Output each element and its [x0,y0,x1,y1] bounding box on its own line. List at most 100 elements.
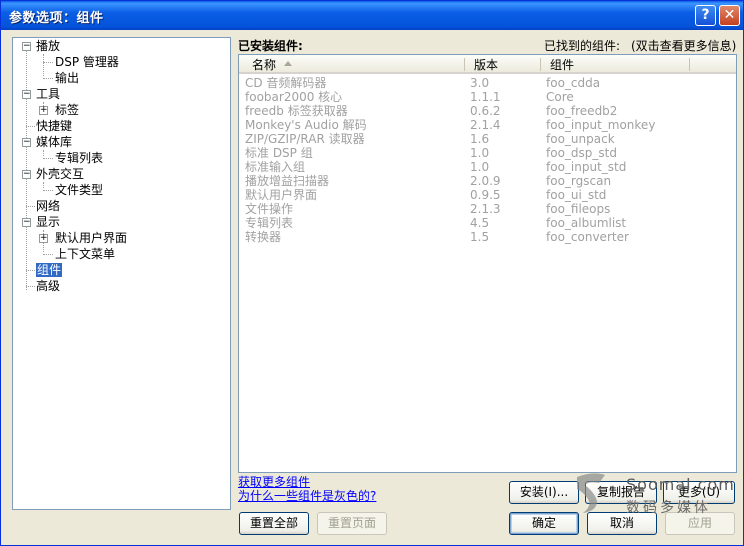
table-row[interactable]: Monkey's Audio 解码 2.1.4 foo_input_monkey [239,118,736,132]
row-module: foo_albumlist [546,216,627,230]
row-version: 0.6.2 [470,104,501,118]
table-row[interactable]: CD 音频解码器 3.0 foo_cdda [239,76,736,90]
tree-item-tools[interactable]: 工具 [36,87,60,102]
watermark-logo-icon [577,473,605,513]
row-version: 1.0 [470,146,490,160]
table-row[interactable]: 标准 DSP 组 1.0 foo_dsp_std [239,146,736,160]
tree-item-label: 组件 [36,263,63,277]
preferences-window: 参数选项：组件 ? ✕ − 播放 DSP 管理器 输出 − 工具 + 标签 快捷… [0,0,744,546]
close-button[interactable]: ✕ [719,5,740,26]
row-version: 0.9.5 [470,188,501,202]
table-row[interactable]: 文件操作 2.1.3 foo_fileops [239,202,736,216]
table-row[interactable]: 转换器 1.5 foo_converter [239,230,736,244]
found-components-label: 已找到的组件: [544,39,621,53]
tree-item-display[interactable]: 显示 [36,215,60,230]
tree-item-file-types[interactable]: 文件类型 [55,183,103,198]
tree-item-dsp-manager[interactable]: DSP 管理器 [55,55,119,70]
collapse-icon[interactable]: − [22,170,31,179]
tree-item-label: 标签 [55,103,80,117]
row-version: 1.0 [470,160,490,174]
expand-icon[interactable]: + [39,106,48,115]
expand-icon[interactable]: + [39,234,48,243]
tree-item-label: 媒体库 [36,135,73,149]
row-version: 1.1.1 [470,90,501,104]
table-row[interactable]: 专辑列表 4.5 foo_albumlist [239,216,736,230]
collapse-icon[interactable]: − [22,218,31,227]
row-module: foo_dsp_std [546,146,617,160]
collapse-icon[interactable]: − [22,90,31,99]
title-bar[interactable]: 参数选项：组件 ? ✕ [1,1,743,30]
row-name: 文件操作 [245,202,294,216]
tree-item-label: 播放 [36,39,61,53]
tree-item-output[interactable]: 输出 [55,71,79,86]
row-version: 2.1.4 [470,118,501,132]
row-name: 转换器 [245,230,282,244]
tree-item-components[interactable]: 组件 [36,263,63,278]
tree-item-network[interactable]: 网络 [36,199,60,214]
watermark-text: Soomal.com [626,475,735,494]
table-row[interactable]: 默认用户界面 0.9.5 foo_ui_std [239,188,736,202]
collapse-icon[interactable]: − [22,42,31,51]
tree-item-label: 快捷键 [36,119,73,133]
tree-item-shortcuts[interactable]: 快捷键 [36,119,72,134]
table-row[interactable]: 播放增益扫描器 2.0.9 foo_rgscan [239,174,736,188]
column-separator[interactable] [540,58,541,71]
table-row[interactable]: 标准输入组 1.0 foo_input_std [239,160,736,174]
table-row[interactable]: freedb 标签获取器 0.6.2 foo_freedb2 [239,104,736,118]
ok-button[interactable]: 确定 [509,512,579,535]
tree-item-playback[interactable]: 播放 [36,39,60,54]
row-version: 2.1.3 [470,202,501,216]
row-module: Core [546,90,574,104]
row-version: 1.6 [470,132,490,146]
column-header-name[interactable]: 名称 [252,58,276,72]
tree-connector-line [43,54,44,76]
table-row[interactable]: ZIP/GZIP/RAR 读取器 1.6 foo_unpack [239,132,736,146]
column-header-module[interactable]: 组件 [550,58,574,72]
tree-item-label: 文件类型 [55,183,104,197]
tree-item-label: 网络 [36,199,61,213]
component-list[interactable]: 名称 版本 组件 CD 音频解码器 3.0 foo_cdda foobar2000 核… [238,54,737,473]
tree-item-album-list[interactable]: 专辑列表 [55,151,103,166]
tree-item-label: 默认用户界面 [55,231,128,245]
installed-components-label: 已安装组件: [238,39,303,53]
install-button[interactable]: 安装(I)... [509,481,579,504]
row-version: 4.5 [470,216,490,230]
tree-item-media-library[interactable]: 媒体库 [36,135,72,150]
row-module: foo_converter [546,230,629,244]
tree-item-shell-integration[interactable]: 外壳交互 [36,167,84,182]
tree-item-label: 显示 [36,215,61,229]
tree-item-label: 上下文菜单 [55,247,116,261]
tree-item-advanced[interactable]: 高级 [36,279,60,294]
why-gray-link[interactable]: 为什么一些组件是灰色的? [238,487,376,504]
tree-connector-line [43,150,44,156]
row-name: CD 音频解码器 [245,76,327,90]
tree-connector-line [43,254,53,255]
row-module: foo_ui_std [546,188,607,202]
reset-all-button[interactable]: 重置全部 [239,512,309,535]
row-module: foo_rgscan [546,174,612,188]
row-name: freedb 标签获取器 [245,104,348,118]
column-separator[interactable] [464,58,465,71]
column-separator[interactable] [689,58,690,71]
tree-item-label: 专辑列表 [55,151,104,165]
row-module: foo_unpack [546,132,615,146]
row-module: foo_cdda [546,76,601,90]
row-name: foobar2000 核心 [245,90,343,104]
tree-item-context-menu[interactable]: 上下文菜单 [55,247,115,262]
preferences-tree[interactable]: − 播放 DSP 管理器 输出 − 工具 + 标签 快捷键 − 媒体库 专辑列表… [12,37,231,510]
tree-connector-line [26,126,35,127]
table-row[interactable]: foobar2000 核心 1.1.1 Core [239,90,736,104]
tree-item-label: 输出 [55,71,80,85]
collapse-icon[interactable]: − [22,138,31,147]
tree-item-label: 外壳交互 [36,167,85,181]
row-version: 1.5 [470,230,490,244]
tree-connector-line [26,270,35,271]
row-name: ZIP/GZIP/RAR 读取器 [245,132,365,146]
tree-item-default-ui[interactable]: 默认用户界面 [55,231,127,246]
tree-connector-line [43,190,53,191]
column-header-version[interactable]: 版本 [474,58,498,72]
tree-connector-line [26,286,35,287]
tree-item-tagging[interactable]: 标签 [55,103,79,118]
row-name: 标准 DSP 组 [245,146,313,160]
help-button[interactable]: ? [695,5,716,26]
